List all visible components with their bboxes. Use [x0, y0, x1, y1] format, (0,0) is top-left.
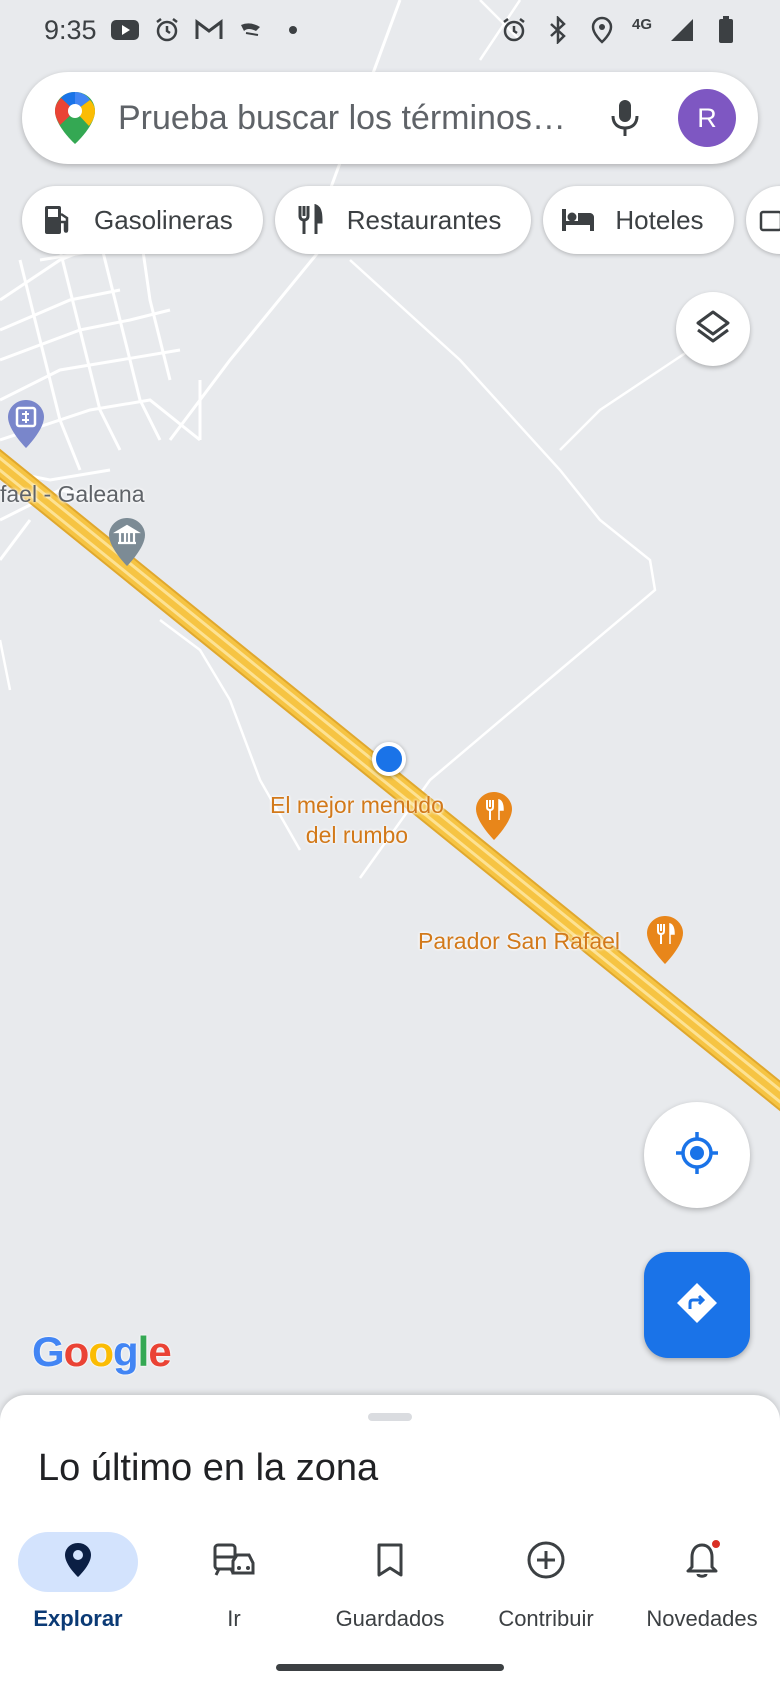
nav-updates[interactable]: Novedades: [624, 1524, 780, 1644]
chip-gas-stations[interactable]: Gasolineras: [22, 186, 263, 254]
poi-label-parador[interactable]: Parador San Rafael: [418, 926, 620, 956]
museum-pin-icon[interactable]: [107, 516, 147, 568]
google-attribution-logo: Google: [32, 1328, 172, 1375]
poi-label-line: El mejor menudo: [270, 792, 444, 818]
drag-handle[interactable]: [368, 1413, 412, 1421]
nav-label: Guardados: [335, 1606, 445, 1631]
nav-label: Novedades: [646, 1606, 758, 1631]
chip-restaurants[interactable]: Restaurantes: [274, 186, 532, 254]
nav-go[interactable]: Ir: [156, 1524, 312, 1644]
poi-label-menudo[interactable]: El mejor menudo del rumbo: [270, 790, 444, 850]
nav-label: Contribuir: [498, 1606, 594, 1631]
network-type: 4G: [631, 15, 652, 33]
chip-hotels[interactable]: Hoteles: [543, 186, 734, 254]
restaurant-icon: [293, 203, 327, 237]
bluetooth-icon: [544, 16, 572, 44]
home-indicator[interactable]: [276, 1664, 504, 1671]
nav-saved[interactable]: Guardados: [312, 1524, 468, 1644]
search-input[interactable]: Prueba buscar los términos…: [118, 99, 584, 138]
app-notification-icon: [237, 16, 265, 44]
directions-button[interactable]: [644, 1252, 750, 1358]
bookmark-icon: [376, 1542, 404, 1583]
directions-icon: [675, 1281, 719, 1330]
location-status-icon: [588, 16, 616, 44]
gmail-icon: [195, 16, 223, 44]
nav-contribute[interactable]: Contribuir: [468, 1524, 624, 1644]
add-circle-icon: [526, 1540, 566, 1585]
sheet-title: Lo último en la zona: [38, 1447, 379, 1489]
nav-label: Explorar: [33, 1606, 123, 1631]
nav-explore[interactable]: Explorar: [0, 1524, 156, 1644]
notification-badge: [710, 1538, 722, 1550]
my-location-icon: [674, 1130, 720, 1181]
layers-button[interactable]: [676, 292, 750, 366]
explore-pin-icon: [63, 1541, 93, 1584]
search-bar[interactable]: Prueba buscar los términos… R: [22, 72, 758, 164]
chip-more[interactable]: [745, 186, 780, 254]
signal-icon: [668, 16, 696, 44]
battery-icon: [712, 16, 740, 44]
account-avatar[interactable]: R: [678, 89, 736, 147]
clock-time: 9:35: [44, 14, 97, 45]
restaurant-pin-icon[interactable]: [645, 914, 685, 966]
commute-icon: [213, 1543, 255, 1582]
hotel-icon: [561, 203, 595, 237]
google-maps-logo-icon: [52, 90, 98, 146]
shopping-icon: [758, 203, 780, 237]
my-location-button[interactable]: [644, 1102, 750, 1208]
gas-station-icon: [40, 203, 74, 237]
layers-icon: [694, 308, 732, 351]
current-location-dot: [372, 742, 406, 776]
more-notifications-dot-icon: [279, 16, 307, 44]
restaurant-pin-icon[interactable]: [474, 790, 514, 842]
town-label[interactable]: fael - Galeana: [0, 481, 144, 508]
poi-label-line: del rumbo: [305, 822, 409, 848]
category-chips: Gasolineras Restaurantes Hoteles: [22, 186, 780, 254]
chip-label: Restaurantes: [346, 204, 502, 235]
chip-label: Gasolineras: [94, 204, 233, 235]
alarm-icon: [153, 16, 181, 44]
status-bar: 9:35 4G: [0, 0, 780, 60]
youtube-icon: [110, 16, 139, 44]
mic-icon[interactable]: [600, 93, 650, 143]
nav-label: Ir: [227, 1606, 241, 1631]
bank-pin-icon[interactable]: [6, 398, 46, 450]
poi-label-line: Parador San Rafael: [418, 928, 621, 954]
alarm-status-icon: [500, 16, 528, 44]
bottom-sheet[interactable]: Lo último en la zona: [0, 1395, 780, 1525]
chip-label: Hoteles: [615, 204, 704, 235]
